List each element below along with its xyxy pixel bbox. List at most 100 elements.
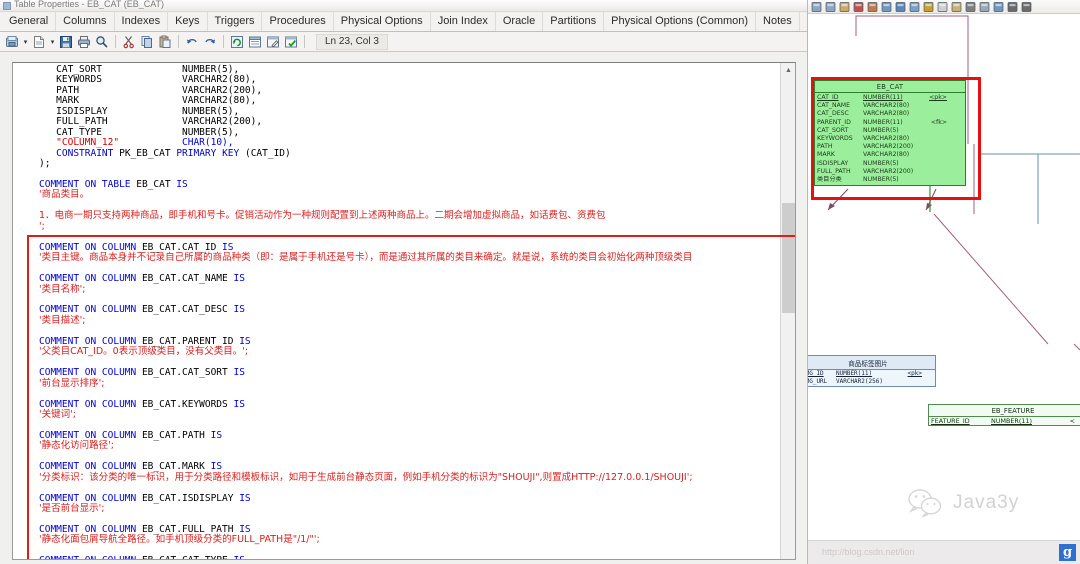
edit-script-icon[interactable] [265, 34, 281, 50]
relationship-icon[interactable] [908, 1, 921, 13]
column-key-badge [925, 102, 947, 110]
column-type: VARCHAR2(80) [863, 102, 910, 110]
text-box-icon[interactable] [992, 1, 1005, 13]
diagram-canvas[interactable]: EB_CAT CAT_ID NUMBER(11) <pk> CAT_NAME VARCH… [808, 14, 1080, 550]
column-name: CAT_ID [817, 94, 839, 101]
tab-partitions[interactable]: Partitions [543, 12, 605, 31]
column-name: FULL_PATH [817, 167, 851, 175]
undo-icon[interactable] [184, 34, 200, 50]
editor-vertical-scrollbar[interactable]: ▲ [780, 63, 795, 559]
tab-general[interactable]: General [2, 12, 57, 31]
link-icon[interactable] [964, 1, 977, 13]
tab-oracle[interactable]: Oracle [496, 12, 544, 31]
tab-triggers[interactable]: Triggers [208, 12, 263, 31]
settings-icon[interactable] [922, 1, 935, 13]
tab-rules[interactable]: Rules [800, 12, 808, 31]
column-key-badge [925, 151, 947, 159]
package-icon[interactable] [950, 1, 963, 13]
tab-procedures[interactable]: Procedures [262, 12, 334, 31]
paste-icon[interactable] [157, 34, 173, 50]
column-name: KEYWORDS [817, 135, 853, 143]
column-type: NUMBER(11) [863, 94, 903, 101]
column-key-badge [925, 127, 947, 135]
tab-physical-options-common[interactable]: Physical Options (Common) [604, 12, 757, 31]
column-type: NUMBER(5) [863, 176, 899, 184]
print-icon[interactable] [76, 34, 92, 50]
column-key-badge: <pk> [907, 370, 922, 377]
new-page-icon[interactable] [936, 1, 949, 13]
view-icon[interactable] [894, 1, 907, 13]
scroll-up-arrow-icon[interactable]: ▲ [781, 63, 795, 77]
sql-code-text[interactable]: CAT_SORT NUMBER(5), KEYWORDS VARCHAR2(80… [13, 63, 782, 559]
column-key-badge [925, 168, 947, 176]
tab-notes[interactable]: Notes [756, 12, 800, 31]
table-properties-dialog: Table Properties - EB_CAT (EB_CAT) Gener… [0, 0, 808, 564]
zoom-out-icon[interactable] [810, 1, 823, 13]
screenshot-root: Table Properties - EB_CAT (EB_CAT) Gener… [0, 0, 1080, 564]
column-name: IMG_ID [808, 370, 824, 377]
arrow-icon[interactable] [1020, 1, 1033, 13]
status-strip: http://blog.csdn.net/lion g [808, 540, 1080, 564]
refresh-icon[interactable] [229, 34, 245, 50]
validate-script-icon[interactable] [283, 34, 299, 50]
column-type: NUMBER(5) [863, 126, 899, 134]
column-name: FEATURE_ID [931, 417, 970, 425]
cursor-position-indicator: Ln 23, Col 3 [316, 33, 388, 50]
open-file-dropdown-icon[interactable]: ▾ [22, 34, 29, 50]
find-icon[interactable] [94, 34, 110, 50]
window-icon [3, 1, 11, 10]
entity-column-row: MARK VARCHAR2(80) [817, 151, 963, 159]
entity-column-row: PARENT_ID NUMBER(11) <fk> [817, 119, 963, 127]
toolbar-separator [178, 35, 179, 48]
tab-physical-options[interactable]: Physical Options [334, 12, 431, 31]
entity-eb-feature[interactable]: EB_FEATURE FEATURE_ID NUMBER(11) < [928, 404, 1080, 427]
column-name: PARENT_ID [817, 118, 851, 126]
open-model-icon[interactable] [838, 1, 851, 13]
image-icon[interactable] [866, 1, 879, 13]
tab-indexes[interactable]: Indexes [115, 12, 169, 31]
column-type: VARCHAR2(200) [863, 143, 914, 151]
zoom-in-icon[interactable] [824, 1, 837, 13]
cut-icon[interactable] [852, 1, 865, 13]
entity-columns: CAT_ID NUMBER(11) <pk> CAT_NAME VARCHAR2(80)… [815, 93, 965, 185]
entity-title: EB_FEATURE [929, 405, 1080, 417]
new-file-icon[interactable] [31, 34, 47, 50]
column-name: MARK [817, 151, 835, 159]
column-name: 类目分类 [817, 176, 842, 184]
entity-eb-cat[interactable]: EB_CAT CAT_ID NUMBER(11) <pk> CAT_NAME VARCH… [814, 80, 966, 187]
column-type: NUMBER(5) [863, 159, 899, 167]
tab-join-index[interactable]: Join Index [431, 12, 496, 31]
entity-column-row: CAT_SORT NUMBER(5) [817, 127, 963, 135]
save-icon[interactable] [58, 34, 74, 50]
scrollbar-thumb[interactable] [782, 203, 795, 313]
ellipse-icon[interactable] [978, 1, 991, 13]
column-type: VARCHAR2(80) [863, 135, 910, 143]
column-type: NUMBER(11) [863, 118, 903, 126]
column-name: CAT_SORT [817, 126, 849, 134]
diagram-toolbar[interactable] [808, 0, 1080, 14]
redo-icon[interactable] [202, 34, 218, 50]
entity-title: 商品标签图片 [808, 356, 935, 370]
entity-product-tag-image[interactable]: 商品标签图片 IMG_ID NUMBER(11) <pk> IMG_URL VARCHA… [808, 355, 936, 387]
copy-icon[interactable] [139, 34, 155, 50]
new-file-dropdown-icon[interactable]: ▾ [49, 34, 56, 50]
window-title: Table Properties - EB_CAT (EB_CAT) [14, 0, 165, 9]
column-key-badge: < [1069, 417, 1075, 425]
open-file-icon[interactable] [4, 34, 20, 50]
column-key-badge [925, 160, 947, 168]
tab-columns[interactable]: Columns [56, 12, 115, 31]
line-icon[interactable] [1006, 1, 1019, 13]
editor-properties-icon[interactable] [247, 34, 263, 50]
column-name: CAT_DESC [817, 110, 849, 118]
table-icon[interactable] [880, 1, 893, 13]
browser-badge-icon[interactable]: g [1059, 544, 1076, 561]
sql-preview-editor[interactable]: CAT_SORT NUMBER(5), KEYWORDS VARCHAR2(80… [12, 62, 796, 560]
entity-column-row: ISDISPLAY NUMBER(5) [817, 160, 963, 168]
entity-columns: FEATURE_ID NUMBER(11) < [929, 417, 1080, 425]
column-key-badge [925, 176, 947, 184]
entity-column-row: 类目分类 NUMBER(5) [817, 176, 963, 184]
property-tabs[interactable]: General Columns Indexes Keys Triggers Procedu… [0, 12, 807, 32]
tab-keys[interactable]: Keys [168, 12, 208, 31]
cut-icon[interactable] [121, 34, 137, 50]
entity-column-row: CAT_ID NUMBER(11) <pk> [817, 94, 963, 102]
